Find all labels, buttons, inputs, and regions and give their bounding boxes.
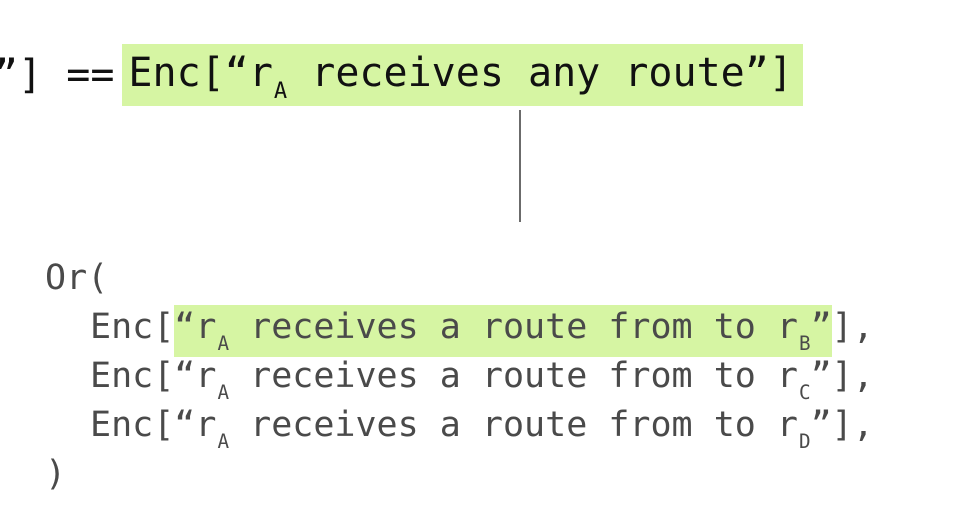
- enc-prefix: Enc[: [90, 356, 175, 396]
- route-text: receives a route from to r: [229, 405, 798, 445]
- enc-rest: receives any route”]: [287, 50, 793, 96]
- quote-close: ”: [810, 405, 832, 445]
- subscript-a: A: [217, 429, 230, 453]
- quote-open: “r: [174, 307, 217, 347]
- highlight-route-from-b: “rA receives a route from to rB”: [174, 305, 832, 357]
- line-suffix: ],: [831, 356, 874, 396]
- enc-prefix: Enc[: [90, 307, 175, 347]
- or-open: Or(: [45, 258, 109, 298]
- subscript-b: B: [799, 331, 811, 355]
- connector-line: [519, 110, 521, 222]
- quote-open: “r: [174, 356, 217, 396]
- line-suffix: ],: [831, 307, 874, 347]
- or-expansion-code: Or( Enc[“rA receives a route from to rB”…: [45, 254, 874, 499]
- quote-close: ”: [810, 307, 832, 347]
- enc-prefix: Enc[“r: [128, 50, 273, 96]
- code-line-d: Enc[“rA receives a route from to rD”],: [45, 401, 874, 453]
- highlight-any-route: Enc[“rA receives any route”]: [122, 44, 803, 106]
- enc-prefix: Enc[: [90, 405, 175, 445]
- code-line-b: Enc[“rA receives a route from to rB”],: [45, 303, 874, 357]
- quote-close: ”: [810, 356, 832, 396]
- route-text: receives a route from to r: [229, 356, 798, 396]
- subscript-d: D: [799, 429, 811, 453]
- top-equation: ”] == Enc[“rA receives any route”]: [0, 42, 803, 108]
- subscript-a: A: [217, 380, 230, 404]
- subscript-a: A: [273, 79, 288, 105]
- equation-lhs-tail: ”] ==: [0, 52, 115, 98]
- line-suffix: ],: [831, 405, 874, 445]
- subscript-a: A: [217, 331, 230, 355]
- route-text: receives a route from to r: [229, 307, 798, 347]
- code-line-c: Enc[“rA receives a route from to rC”],: [45, 352, 874, 404]
- subscript-c: C: [799, 380, 811, 404]
- quote-open: “r: [174, 405, 217, 445]
- or-close: ): [45, 454, 67, 494]
